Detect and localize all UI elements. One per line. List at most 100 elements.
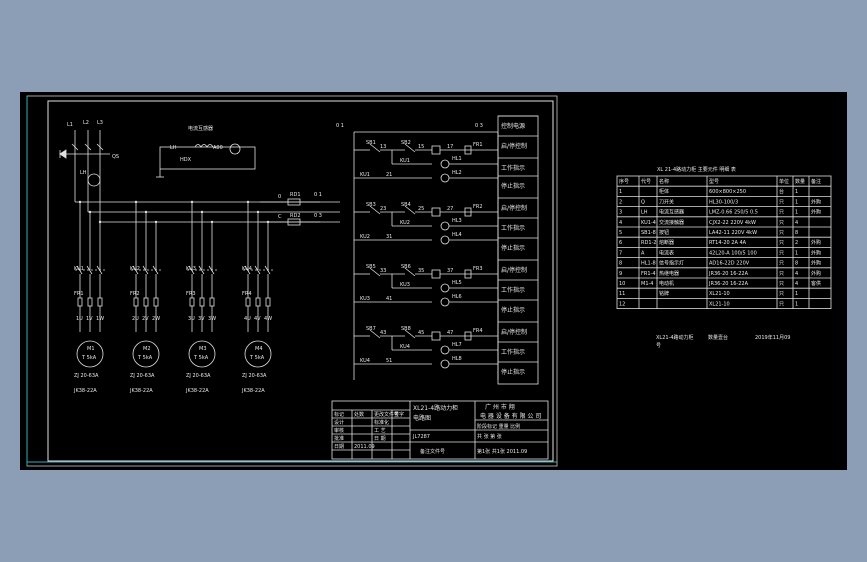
legend-entry: 工作指示 <box>501 348 525 356</box>
meter-hdx-label: HDX <box>180 157 192 163</box>
bottom-right-label: 第1张 共1张 2011.09 <box>477 448 527 455</box>
bom-cell: 600×800×250 <box>709 189 746 195</box>
bom-cell: 1 <box>795 210 798 216</box>
bom-cell: AD16-22D 220V <box>709 261 750 267</box>
bom-cell: 只 <box>779 210 784 216</box>
bom-footer-3: 2019年11月09 <box>755 334 790 341</box>
drawing-subtitle: 电路图 <box>413 414 431 422</box>
bom-cell: A <box>641 250 645 256</box>
inner-frame <box>47 100 554 462</box>
motor-branch: 1U 1V 1W KU1 FR1 M1 T 5kA ZJ 20-63A JK38-22A <box>73 200 105 394</box>
legend-entry: 启/停控制 <box>501 266 527 274</box>
bom-cell: 8 <box>795 230 798 236</box>
wire-number: 45 <box>418 330 424 336</box>
button-label: SB1 <box>366 140 376 146</box>
legend-entry: 启/停控制 <box>501 142 527 150</box>
bom-cell: 1 <box>795 199 798 205</box>
title-block-cell: 日期 <box>334 444 344 450</box>
bom-cell: XL21-10 <box>709 301 730 307</box>
legend-entry: 控制电源 <box>501 122 525 130</box>
bom-footer-1: XL21-4路动力柜 <box>656 334 694 341</box>
bottom-mid-label: 备注文件号 <box>420 448 445 455</box>
bom-cell: 3 <box>619 210 622 216</box>
bom-cell: 按钮 <box>659 229 669 236</box>
company-line-1: 广 州 市 翔 <box>485 403 515 411</box>
motor-spec-2: JK38-22A <box>241 388 265 394</box>
bom-cell: M1-4 <box>641 281 653 287</box>
bom-cell: 信号指示灯 <box>659 260 684 267</box>
button-label: SB5 <box>366 264 376 270</box>
bom-cell: SB1-8 <box>641 230 656 236</box>
contactor-aux-label: KU4 <box>400 344 410 350</box>
lamp-label: HL6 <box>452 294 462 300</box>
line-label-l2: L2 <box>83 120 89 126</box>
fuse-right-1: 0 1 <box>314 192 322 198</box>
junction-dot <box>88 210 92 214</box>
junction-dot <box>134 200 138 204</box>
bom-cell: 11 <box>619 291 625 297</box>
lamp-label: HL4 <box>452 232 462 238</box>
bom-cell: 7 <box>619 250 622 256</box>
wire-number: 27 <box>447 206 453 212</box>
thermal-relay-label: FR4 <box>242 291 252 297</box>
junction-dot <box>200 210 204 214</box>
bom-cell: 只 <box>779 291 784 297</box>
title-block-cell: 审核 <box>334 427 344 434</box>
contactor-nc-label: KU4 <box>360 358 370 364</box>
bom-cell: 9 <box>619 271 622 277</box>
bom-footer-4: 号 <box>656 343 661 349</box>
bom-cell: CJX2-22 220V 4kW <box>709 220 756 226</box>
bom-cell: 1 <box>795 301 798 307</box>
wire-number: 43 <box>380 330 386 336</box>
bom-cell: 1 <box>795 291 798 297</box>
terminal-label: 3W <box>208 316 216 322</box>
bom-cell: 只 <box>779 281 784 287</box>
title-block-cell: 签字 <box>394 411 404 418</box>
lamp-label: HL5 <box>452 280 462 286</box>
line-label-l1: L1 <box>67 122 73 128</box>
title-block-cell: 2011.09 <box>354 444 375 450</box>
bom-cell: 只 <box>779 271 784 277</box>
junction-dot <box>266 220 270 224</box>
terminal-label: 4V <box>254 316 261 322</box>
junction-dot <box>154 220 158 224</box>
lh-label: LH <box>80 170 87 176</box>
terminal-label: 2V <box>142 316 149 322</box>
motor-power: T 5kA <box>81 355 97 361</box>
motor-label: M1 <box>87 346 95 352</box>
bom-cell: HL1-8 <box>641 261 656 267</box>
thermal-relay-label: FR2 <box>473 204 483 210</box>
button-label: SB4 <box>401 202 411 208</box>
fuse-left-2: C <box>278 214 282 220</box>
title-block-cell: 标记 <box>334 411 344 418</box>
incoming-lines <box>59 130 340 223</box>
bom-header: 单位 <box>779 178 789 185</box>
terminal-label: 3V <box>198 316 205 322</box>
bom-cell: 铭牌 <box>659 290 669 297</box>
outer-frame <box>26 95 558 467</box>
terminal-label: 3U <box>188 316 195 322</box>
ctrl-top-right: 0 3 <box>475 123 483 129</box>
thermal-relay-label: FR2 <box>130 291 140 297</box>
bom-cell: 外购 <box>811 239 821 246</box>
wire-number: 17 <box>447 144 453 150</box>
motor-power: T 5kA <box>137 355 153 361</box>
bom-cell: LA42-11 220V 4kW <box>709 230 757 236</box>
bom-cell: 外购 <box>811 249 821 256</box>
wire-number: 35 <box>418 268 424 274</box>
wire-number: 23 <box>380 206 386 212</box>
motor-label: M4 <box>255 346 263 352</box>
wire-number: 51 <box>386 358 392 364</box>
motor-power: T 5kA <box>249 355 265 361</box>
meter-lh-label: LH <box>170 145 177 151</box>
terminal-label: 1W <box>96 316 104 322</box>
bom-cell: 外购 <box>811 209 821 216</box>
thermal-relay-label: FR3 <box>186 291 196 297</box>
motor-branch: 3U 3V 3W KU3 FR3 M3 T 5kA ZJ 20-63A JK38-22A <box>185 200 217 394</box>
bom-cell: 只 <box>779 230 784 236</box>
bom-cell: 4 <box>795 271 798 277</box>
legend-entry: 停止指示 <box>501 244 525 252</box>
thermal-relay-label: FR4 <box>473 328 483 334</box>
line-label-l3: L3 <box>97 120 103 126</box>
contactor-nc-label: KU3 <box>360 296 370 302</box>
